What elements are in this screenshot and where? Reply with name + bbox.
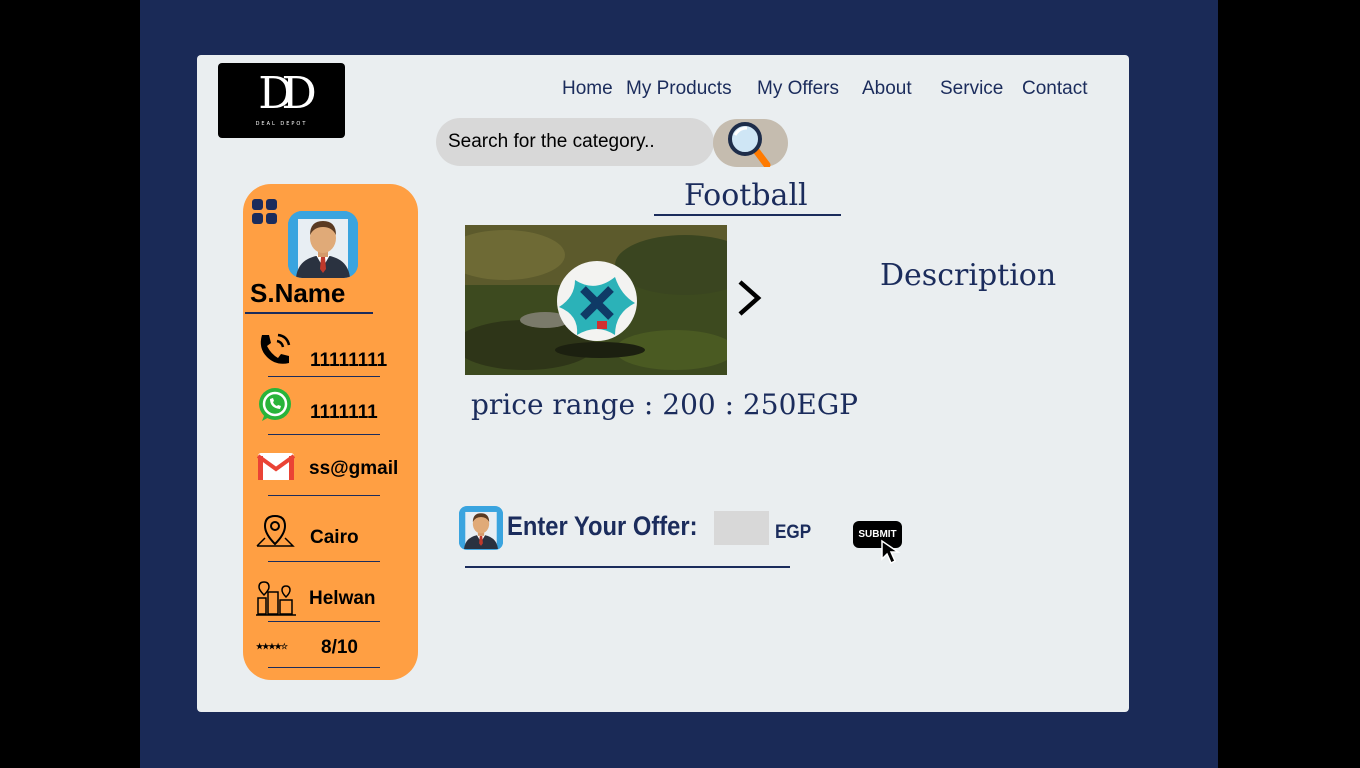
divider — [268, 434, 380, 435]
nav-my-products[interactable]: My Products — [626, 78, 732, 100]
grid-icon[interactable] — [252, 199, 278, 225]
star-rating-icon: ★★★★☆ — [256, 642, 288, 651]
avatar-icon — [288, 211, 358, 278]
chevron-right-icon[interactable] — [734, 278, 764, 318]
offer-input[interactable] — [714, 511, 769, 545]
magnifier-icon — [728, 122, 771, 169]
city-icon — [256, 581, 296, 616]
phone-number: 11111111 — [310, 350, 388, 371]
name-underline — [245, 312, 373, 314]
divider — [268, 561, 380, 562]
gmail-icon — [257, 453, 295, 480]
phone-icon — [260, 333, 291, 364]
whatsapp-icon — [259, 388, 291, 421]
email: ss@gmail — [309, 458, 399, 479]
divider — [268, 621, 380, 622]
divider — [268, 376, 380, 377]
offer-underline — [465, 566, 790, 568]
nav-service[interactable]: Service — [940, 78, 1003, 100]
price-range: price range : 200 : 250EGP — [471, 388, 859, 421]
search-button[interactable] — [713, 119, 788, 169]
logo-mark: DD — [258, 68, 317, 119]
nav-contact[interactable]: Contact — [1022, 78, 1087, 100]
rating: 8/10 — [321, 637, 358, 658]
description-label: Description — [880, 258, 1057, 293]
product-title: Football — [684, 178, 808, 213]
offer-currency: EGP — [775, 522, 812, 543]
location-pin-icon — [256, 514, 295, 547]
offer-label: Enter Your Offer: — [507, 511, 698, 541]
search-input[interactable]: Search for the category.. — [436, 118, 714, 166]
football-image — [465, 225, 727, 375]
whatsapp-number: 1111111 — [310, 402, 378, 423]
district: Helwan — [309, 588, 376, 609]
avatar — [288, 211, 358, 278]
offer-avatar — [459, 506, 503, 550]
submit-button[interactable]: SUBMIT — [853, 521, 903, 565]
title-underline — [654, 214, 841, 216]
avatar-icon — [459, 506, 503, 550]
pointer-cursor-icon — [881, 539, 901, 565]
profile-name: S.Name — [250, 278, 346, 308]
logo[interactable]: DD DEAL DEPOT — [218, 63, 345, 138]
divider — [268, 667, 380, 668]
nav-home[interactable]: Home — [562, 78, 613, 100]
nav-my-offers[interactable]: My Offers — [757, 78, 839, 100]
logo-tagline: DEAL DEPOT — [255, 121, 308, 127]
city: Cairo — [310, 527, 359, 548]
nav-about[interactable]: About — [862, 78, 912, 100]
divider — [268, 495, 380, 496]
product-image[interactable] — [465, 225, 727, 375]
